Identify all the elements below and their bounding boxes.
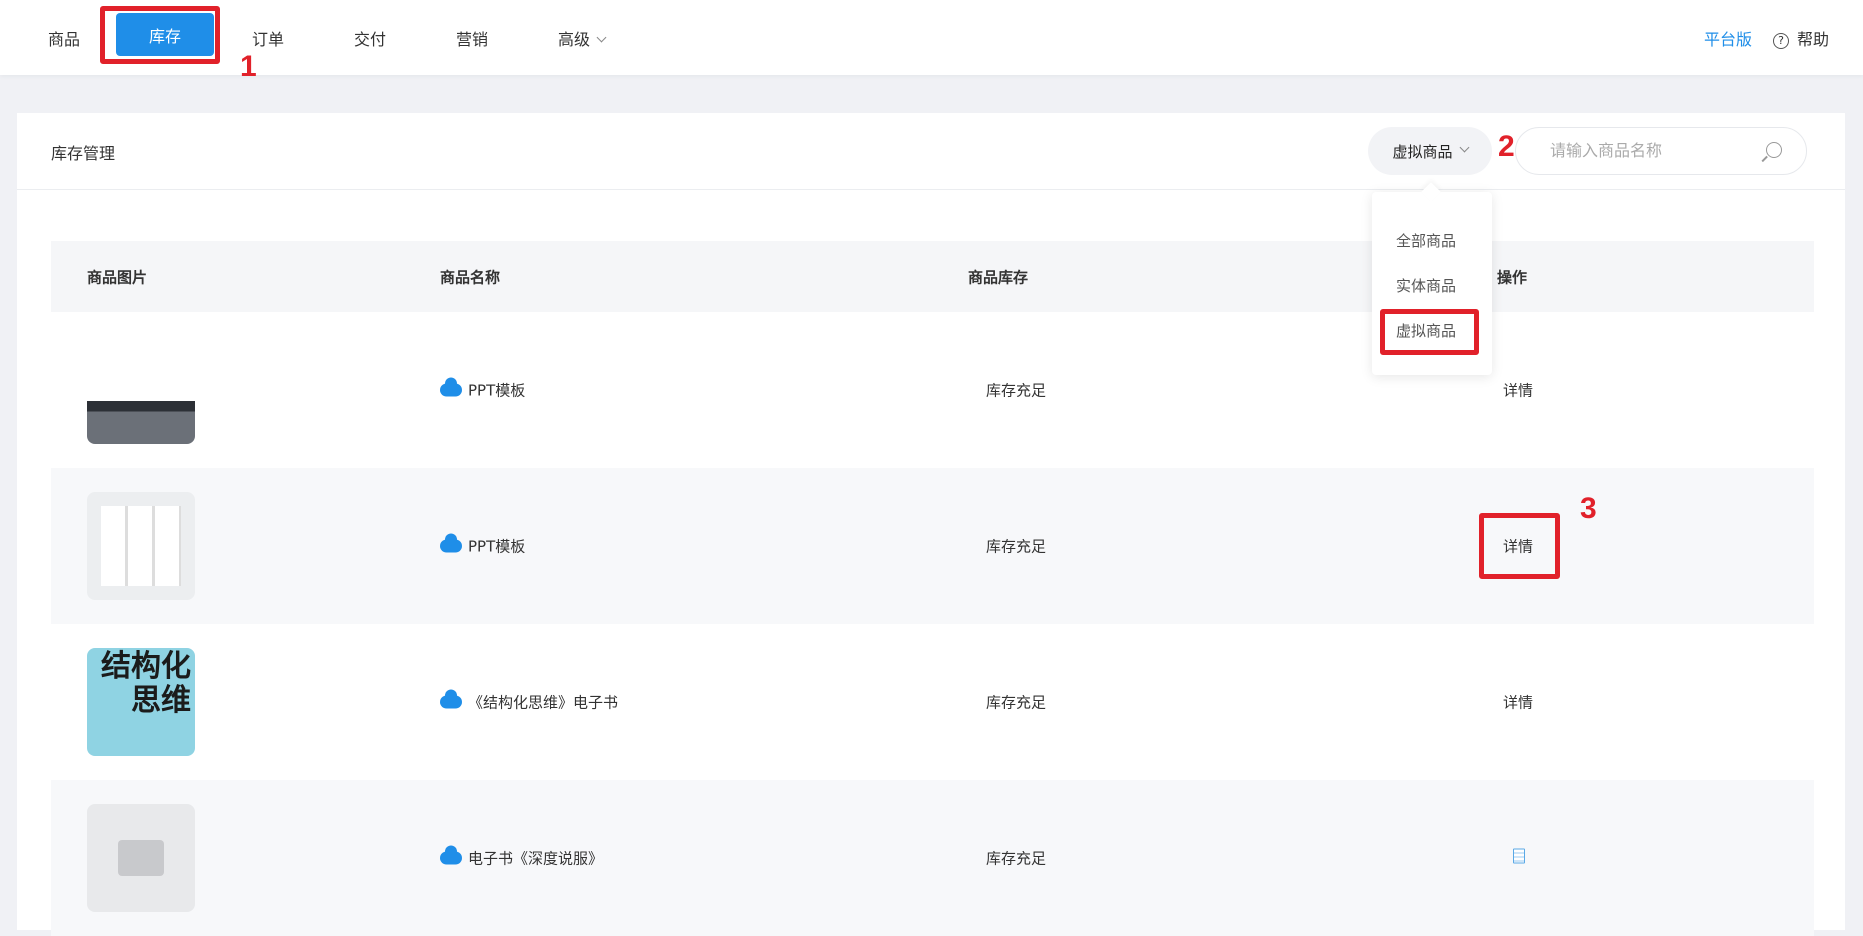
search-icon[interactable] <box>1766 142 1782 158</box>
table-row: 电子书《深度说服》 库存充足 <box>51 780 1814 936</box>
table-row: PPT模板 库存充足 详情 <box>51 312 1814 468</box>
nav-products[interactable]: 商品 <box>48 26 80 50</box>
document-icon[interactable] <box>1513 848 1525 868</box>
product-name-text: PPT模板 <box>468 537 526 556</box>
product-name-text: 电子书《深度说服》 <box>468 849 604 868</box>
col-image: 商品图片 <box>87 268 148 286</box>
annotation-box-2 <box>1380 309 1479 355</box>
thumb-preview <box>101 506 181 586</box>
table-row: 结构化思维 《结构化思维》电子书 库存充足 详情 <box>51 624 1814 780</box>
platform-link[interactable]: 平台版 <box>1704 26 1752 50</box>
menu-item-physical[interactable]: 实体商品 <box>1396 275 1456 296</box>
product-name: 电子书《深度说服》 <box>440 845 604 869</box>
annotation-box-3 <box>1479 513 1560 579</box>
nav-delivery[interactable]: 交付 <box>354 26 386 50</box>
page-title: 库存管理 <box>51 144 116 163</box>
top-nav: 商品 库存 订单 交付 营销 高级 平台版 ? 帮助 <box>0 0 1863 75</box>
detail-link[interactable]: 详情 <box>1503 380 1533 401</box>
cloud-icon <box>440 689 462 709</box>
nav-orders[interactable]: 订单 <box>252 26 284 50</box>
col-action: 操作 <box>1497 268 1528 286</box>
nav-advanced-label: 高级 <box>558 30 591 49</box>
help-link[interactable]: ? 帮助 <box>1773 26 1829 50</box>
product-image: 结构化思维 <box>87 648 195 756</box>
cloud-icon <box>440 533 462 553</box>
card-header: 库存管理 虚拟商品 <box>17 113 1845 190</box>
cloud-icon <box>440 845 462 865</box>
nav-marketing[interactable]: 营销 <box>456 26 488 50</box>
chevron-down-icon <box>1459 142 1469 152</box>
table-header: 商品图片 商品名称 商品库存 操作 <box>51 241 1814 312</box>
col-name: 商品名称 <box>440 268 501 286</box>
dropdown-selected: 虚拟商品 <box>1392 142 1453 161</box>
inventory-card: 库存管理 虚拟商品 商品图片 商品名称 商品库存 操作 PPT模板 库存充足 详… <box>17 113 1845 936</box>
product-type-dropdown[interactable]: 虚拟商品 <box>1368 127 1492 175</box>
stock-status: 库存充足 <box>986 849 1047 868</box>
help-label: 帮助 <box>1797 30 1830 49</box>
search-input[interactable] <box>1550 141 1750 160</box>
help-icon: ? <box>1773 33 1789 49</box>
search-box <box>1515 127 1807 175</box>
inventory-table: 商品图片 商品名称 商品库存 操作 PPT模板 库存充足 详情 PPT模板 库存… <box>51 241 1814 936</box>
chevron-down-icon <box>596 32 607 43</box>
annotation-number-2: 2 <box>1498 130 1515 163</box>
annotation-number-1: 1 <box>240 50 257 83</box>
image-placeholder-icon <box>87 804 195 912</box>
stock-status: 库存充足 <box>986 693 1047 712</box>
stock-status: 库存充足 <box>986 381 1047 400</box>
menu-item-all[interactable]: 全部商品 <box>1396 230 1456 251</box>
product-name-text: PPT模板 <box>468 381 526 400</box>
annotation-number-3: 3 <box>1580 492 1597 525</box>
annotation-box-1 <box>100 6 220 64</box>
stock-status: 库存充足 <box>986 537 1047 556</box>
product-image <box>87 492 195 600</box>
product-name: PPT模板 <box>440 533 526 557</box>
nav-advanced[interactable]: 高级 <box>558 26 607 50</box>
doc-icon <box>1513 848 1525 864</box>
product-name: PPT模板 <box>440 377 526 401</box>
product-image <box>87 336 195 444</box>
col-stock: 商品库存 <box>968 268 1029 286</box>
product-name-text: 《结构化思维》电子书 <box>468 693 619 712</box>
detail-link[interactable]: 详情 <box>1503 692 1533 713</box>
cloud-icon <box>440 377 462 397</box>
placeholder-glyph <box>118 840 164 876</box>
product-name: 《结构化思维》电子书 <box>440 689 619 713</box>
